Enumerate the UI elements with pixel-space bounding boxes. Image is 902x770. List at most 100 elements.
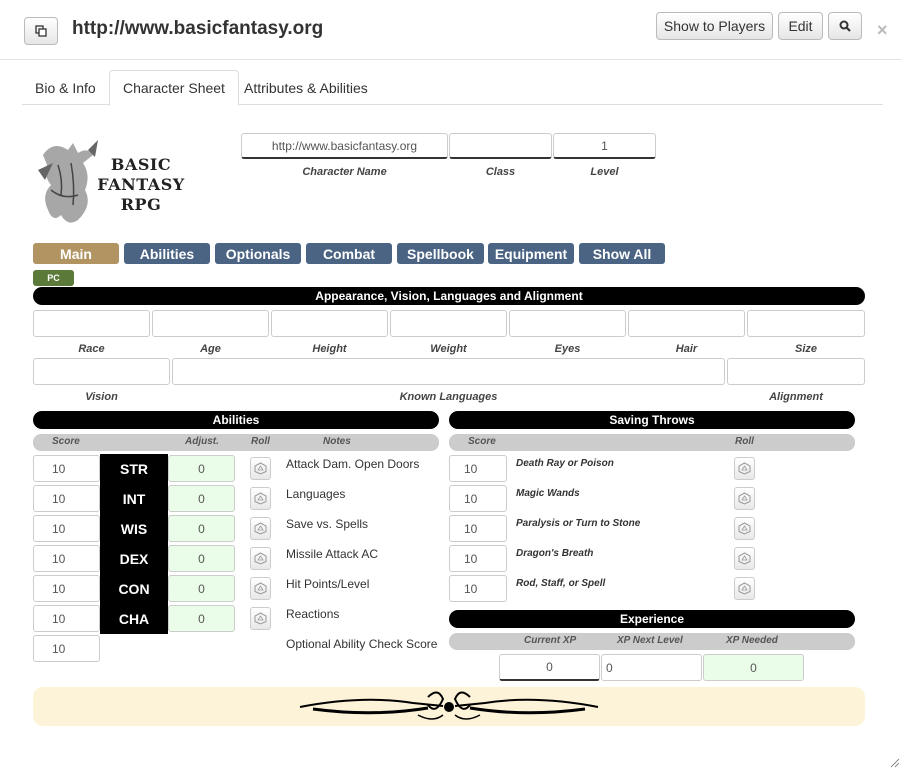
dragons-breath-score-field[interactable]: 10 <box>449 545 507 572</box>
wis-adjust-field[interactable]: 0 <box>168 515 235 542</box>
vision-label: Vision <box>85 391 118 403</box>
alignment-field[interactable] <box>727 358 865 385</box>
footer-ornament <box>33 687 865 726</box>
abilities-adjust-header: Adjust. <box>185 436 219 447</box>
dice-icon <box>738 522 751 535</box>
wis-score-field[interactable]: 10 <box>33 515 100 542</box>
experience-column-headers: Current XP XP Next Level XP Needed <box>449 633 855 650</box>
dice-icon <box>254 582 267 595</box>
paralysis-roll-button[interactable] <box>734 517 755 540</box>
dialog-header: http://www.basicfantasy.org Show to Play… <box>0 0 902 60</box>
dice-icon <box>254 492 267 505</box>
dice-icon <box>738 582 751 595</box>
xp-needed-field[interactable]: 0 <box>703 654 804 681</box>
current-xp-field[interactable]: 0 <box>499 654 600 681</box>
current-xp-header: Current XP <box>524 635 577 646</box>
dice-icon <box>254 462 267 475</box>
edit-button[interactable]: Edit <box>778 12 823 40</box>
saving-throws-column-headers: Score Roll <box>449 434 855 451</box>
xp-next-level-field[interactable]: 0 <box>601 654 702 681</box>
tab-character-sheet[interactable]: Character Sheet <box>109 70 239 106</box>
death-ray-score-field[interactable]: 10 <box>449 455 507 482</box>
dragons-breath-label: Dragon's Breath <box>516 548 594 559</box>
dice-icon <box>254 522 267 535</box>
appearance-header: Appearance, Vision, Languages and Alignm… <box>33 287 865 305</box>
magic-wands-roll-button[interactable] <box>734 487 755 510</box>
tab-attributes-abilities[interactable]: Attributes & Abilities <box>231 70 381 105</box>
rod-staff-spell-label: Rod, Staff, or Spell <box>516 578 606 589</box>
con-note: Hit Points/Level <box>286 577 370 591</box>
level-field[interactable]: 1 <box>553 133 656 159</box>
height-field[interactable] <box>271 310 388 337</box>
wis-roll-button[interactable] <box>250 517 271 540</box>
paralysis-score-field[interactable]: 10 <box>449 515 507 542</box>
dex-adjust-field[interactable]: 0 <box>168 545 235 572</box>
rod-staff-spell-score-field[interactable]: 10 <box>449 575 507 602</box>
character-name-field[interactable]: http://www.basicfantasy.org <box>241 133 448 159</box>
nav-show-all-button[interactable]: Show All <box>579 243 665 264</box>
str-label: STR <box>100 454 168 484</box>
str-score-field[interactable]: 10 <box>33 455 100 482</box>
abilities-column-headers: Score Adjust. Roll Notes <box>33 434 439 451</box>
paralysis-label: Paralysis or Turn to Stone <box>516 518 641 529</box>
magic-wands-label: Magic Wands <box>516 488 580 499</box>
size-field[interactable] <box>747 310 865 337</box>
cha-note: Reactions <box>286 607 340 621</box>
age-label: Age <box>200 343 221 355</box>
nav-optionals-button[interactable]: Optionals <box>215 243 301 264</box>
str-adjust-field[interactable]: 0 <box>168 455 235 482</box>
nav-abilities-button[interactable]: Abilities <box>124 243 210 264</box>
int-roll-button[interactable] <box>250 487 271 510</box>
popout-button[interactable] <box>24 17 58 45</box>
rod-staff-spell-roll-button[interactable] <box>734 577 755 600</box>
tab-bio-info[interactable]: Bio & Info <box>22 70 109 105</box>
abilities-notes-header: Notes <box>323 436 351 447</box>
race-field[interactable] <box>33 310 150 337</box>
dragons-breath-roll-button[interactable] <box>734 547 755 570</box>
cha-roll-button[interactable] <box>250 607 271 630</box>
dice-icon <box>738 492 751 505</box>
nav-combat-button[interactable]: Combat <box>306 243 392 264</box>
age-field[interactable] <box>152 310 269 337</box>
search-button[interactable] <box>828 12 862 40</box>
dex-note: Missile Attack AC <box>286 547 379 561</box>
class-field[interactable] <box>449 133 552 159</box>
dice-icon <box>738 462 751 475</box>
con-label: CON <box>100 574 168 604</box>
level-label: Level <box>590 166 619 178</box>
con-roll-button[interactable] <box>250 577 271 600</box>
str-roll-button[interactable] <box>250 457 271 480</box>
nav-equipment-button[interactable]: Equipment <box>488 243 574 264</box>
death-ray-roll-button[interactable] <box>734 457 755 480</box>
dex-roll-button[interactable] <box>250 547 271 570</box>
xp-needed-header: XP Needed <box>726 635 778 646</box>
show-to-players-button[interactable]: Show to Players <box>656 12 773 40</box>
resize-handle-icon[interactable] <box>890 758 900 768</box>
cha-label: CHA <box>100 604 168 634</box>
magic-wands-score-field[interactable]: 10 <box>449 485 507 512</box>
eyes-label: Eyes <box>554 343 581 355</box>
experience-header: Experience <box>449 610 855 628</box>
optional-ability-check-field[interactable]: 10 <box>33 635 100 662</box>
int-score-field[interactable]: 10 <box>33 485 100 512</box>
tab-bar: Bio & Info Character Sheet Attributes & … <box>22 70 883 106</box>
cha-adjust-field[interactable]: 0 <box>168 605 235 632</box>
eyes-field[interactable] <box>509 310 626 337</box>
known-languages-field[interactable] <box>172 358 725 385</box>
dice-icon <box>254 612 267 625</box>
hair-label: Hair <box>675 343 698 355</box>
dex-score-field[interactable]: 10 <box>33 545 100 572</box>
nav-main-button[interactable]: Main <box>33 243 119 264</box>
cha-score-field[interactable]: 10 <box>33 605 100 632</box>
race-label: Race <box>78 343 105 355</box>
con-adjust-field[interactable]: 0 <box>168 575 235 602</box>
pc-badge: PC <box>33 270 74 286</box>
con-score-field[interactable]: 10 <box>33 575 100 602</box>
close-icon[interactable]: × <box>877 20 888 41</box>
saves-score-header: Score <box>468 436 496 447</box>
hair-field[interactable] <box>628 310 745 337</box>
vision-field[interactable] <box>33 358 170 385</box>
int-adjust-field[interactable]: 0 <box>168 485 235 512</box>
nav-spellbook-button[interactable]: Spellbook <box>397 243 484 264</box>
weight-field[interactable] <box>390 310 507 337</box>
